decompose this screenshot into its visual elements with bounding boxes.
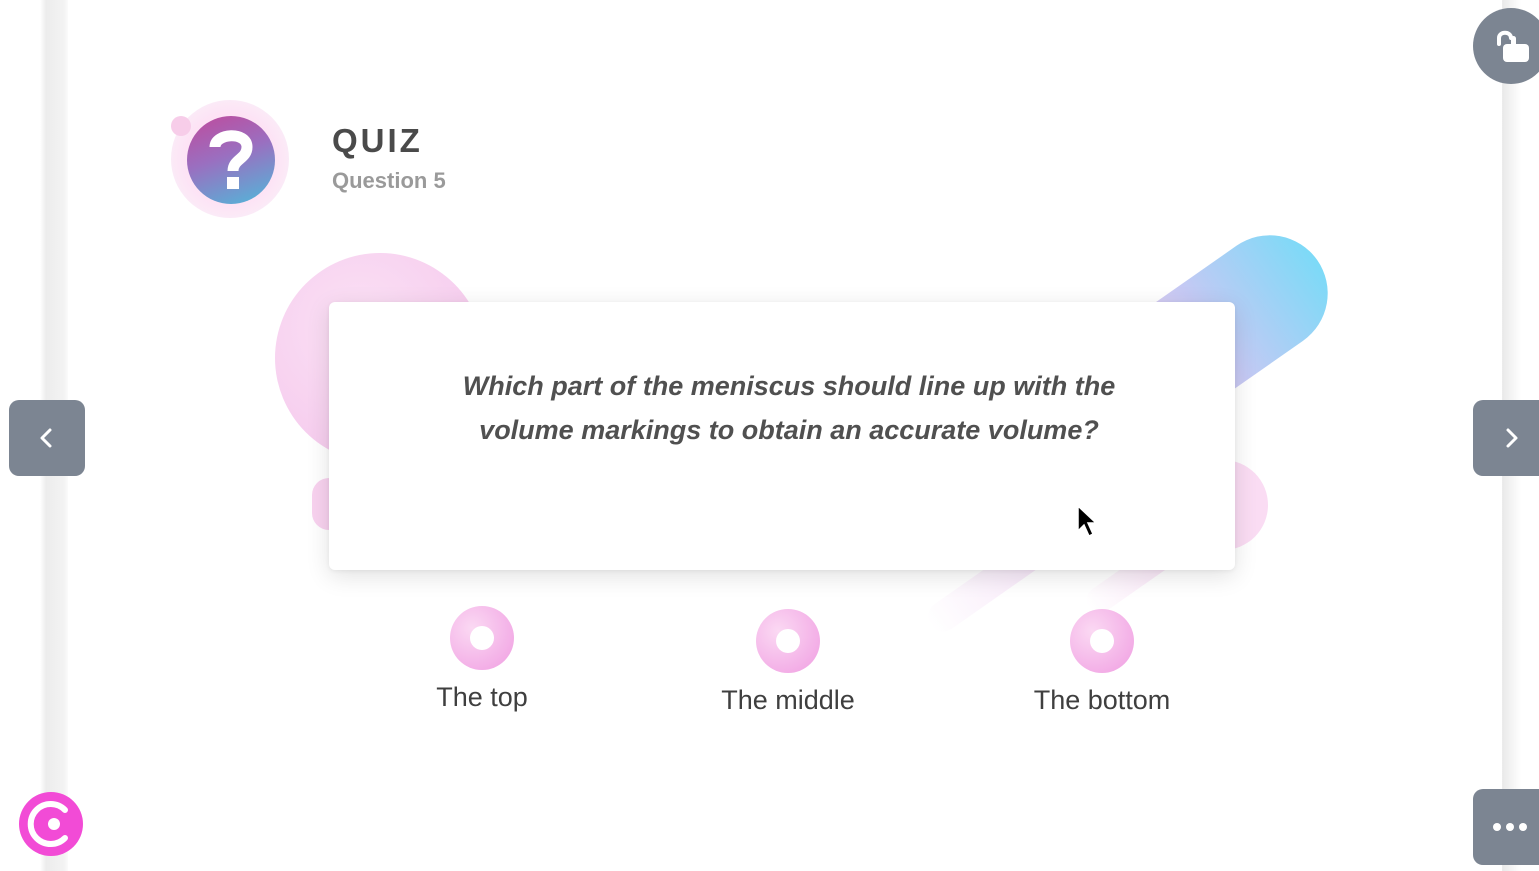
previous-button[interactable]: [9, 400, 85, 476]
chevron-right-icon: [1506, 428, 1518, 448]
quiz-slide: QUIZ Question 5 Which part of the menisc…: [68, 0, 1502, 871]
lock-button[interactable]: [1473, 8, 1539, 84]
mouse-cursor-icon: [1077, 504, 1099, 544]
answer-option-middle[interactable]: The middle: [688, 609, 888, 716]
more-options-button[interactable]: [1473, 789, 1539, 865]
brand-logo-icon[interactable]: [19, 792, 83, 856]
more-horizontal-icon: [1493, 823, 1501, 831]
next-button[interactable]: [1473, 400, 1539, 476]
question-number: Question 5: [332, 168, 446, 193]
question-mark-icon: [187, 116, 275, 204]
question-text: Which part of the meniscus should line u…: [462, 371, 1116, 445]
answer-label: The bottom: [1033, 685, 1171, 715]
answer-radio[interactable]: [450, 606, 514, 670]
quiz-title: QUIZ: [332, 122, 423, 159]
answer-label: The middle: [721, 685, 855, 715]
answer-option-top[interactable]: The top: [382, 606, 582, 713]
answer-radio[interactable]: [1070, 609, 1134, 673]
quiz-badge: [171, 100, 291, 220]
answer-option-bottom[interactable]: The bottom: [1002, 609, 1202, 716]
question-card: Which part of the meniscus should line u…: [329, 302, 1235, 570]
chevron-left-icon: [40, 428, 52, 448]
unlock-pointer-icon: [1497, 30, 1529, 62]
answer-radio[interactable]: [756, 609, 820, 673]
answer-label: The top: [436, 682, 528, 712]
